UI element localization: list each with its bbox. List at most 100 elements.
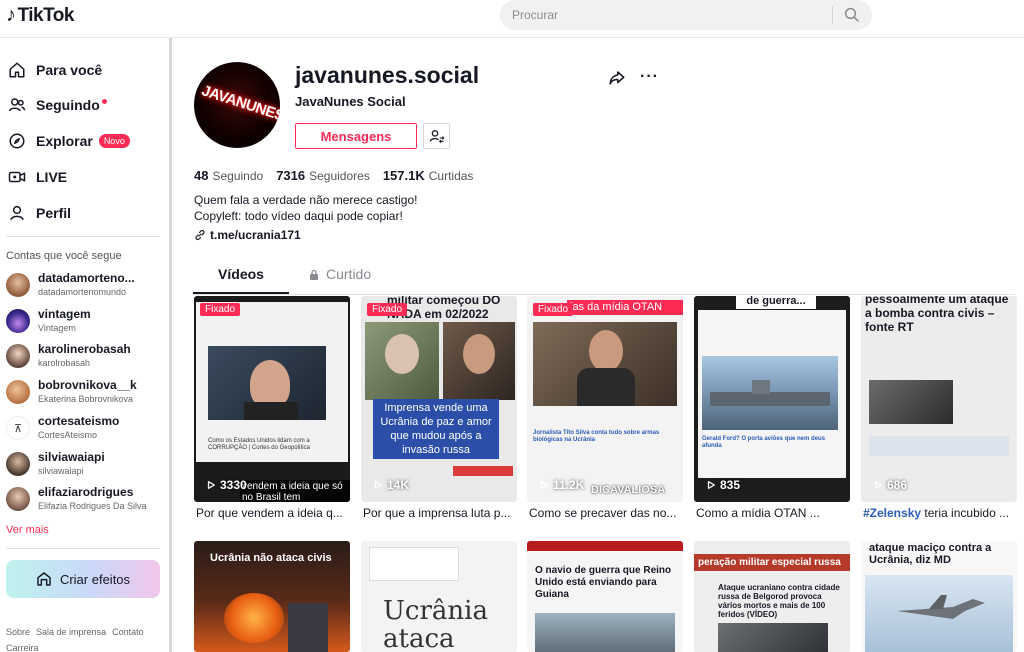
tabs-underline [193, 294, 1015, 295]
profile-stats: 48 Seguindo 7316 Seguidores 157.1K Curtidas [194, 168, 473, 183]
followed-account[interactable]: ⊼ cortesateismo CortesAteismo [6, 413, 164, 445]
avatar [6, 273, 30, 297]
view-count: 835 [706, 478, 740, 492]
video-caption[interactable]: Por que vendem a ideia q... [196, 506, 352, 520]
messages-button[interactable]: Mensagens [295, 123, 417, 149]
avatar [6, 487, 30, 511]
link-icon [195, 229, 205, 241]
video-caption[interactable]: Por que a imprensa luta p... [363, 506, 519, 520]
video-card[interactable]: peração militar especial russa Ataque uc… [694, 541, 850, 652]
pinned-badge: Fixado [200, 303, 241, 316]
video-card[interactable]: pessoalmente um ataque a bomba contra ci… [861, 296, 1017, 502]
followed-account[interactable]: datadamorteno... datadamortenomundo [6, 270, 164, 302]
video-frame [702, 356, 838, 430]
followed-account[interactable]: vintagem Vintagem [6, 306, 164, 338]
sidebar-divider [6, 548, 160, 549]
pinned-badge: Fixado [367, 303, 408, 316]
view-count: 686 [873, 478, 907, 492]
create-effects-button[interactable]: Criar efeitos [6, 560, 160, 598]
view-count: 14K [373, 478, 409, 492]
tab-videos[interactable]: Vídeos [193, 266, 289, 294]
video-caption[interactable]: Como a mídia OTAN ... [696, 506, 852, 520]
top-header: ♪ TikTok Procurar [0, 0, 1024, 38]
sidebar: Para você Seguindo Explorar Novo LIVE Pe… [0, 38, 172, 652]
view-count: 3330 [206, 478, 247, 492]
notification-dot [101, 98, 107, 104]
video-frame [443, 322, 515, 400]
avatar [6, 344, 30, 368]
followed-account[interactable]: bobrovnikova__k Ekaterina Bobrovnikova [6, 377, 164, 409]
live-icon [8, 171, 26, 183]
share-icon[interactable] [608, 69, 626, 87]
video-card[interactable]: de guerra... Gerald Ford? O porta aviões… [694, 296, 850, 502]
followed-account[interactable]: elifaziarodrigues Elifazia Rodrigues Da … [6, 484, 164, 516]
fire-glow [224, 593, 284, 643]
followed-account[interactable]: karolinerobasah karolrobasah [6, 341, 164, 373]
play-icon [374, 481, 382, 489]
tab-liked[interactable]: Curtido [308, 266, 371, 294]
footer-link-contact[interactable]: Contato [112, 627, 144, 637]
video-card[interactable]: ataque maciço contra a Ucrânia, diz MD [861, 541, 1017, 652]
nav-profile[interactable]: Perfil [8, 202, 71, 224]
video-frame [533, 322, 677, 406]
search-placeholder: Procurar [512, 8, 559, 22]
avatar-text: JAVANUNES [199, 82, 280, 125]
tiktok-note-icon: ♪ [6, 4, 16, 26]
stat-followers[interactable]: 7316 Seguidores [276, 168, 370, 183]
stat-following[interactable]: 48 Seguindo [194, 168, 263, 183]
video-caption[interactable]: #Zelensky teria incubido ... [863, 506, 1019, 520]
video-frame [869, 380, 953, 424]
search-icon[interactable] [843, 6, 861, 24]
jet-illustration [897, 595, 985, 619]
profile-username: javanunes.social [295, 62, 480, 88]
search-bar[interactable]: Procurar [500, 0, 872, 30]
profile-avatar[interactable]: JAVANUNES [194, 62, 280, 148]
video-card[interactable]: Como os Estados Unidos lidam com a CORRU… [194, 296, 350, 502]
sidebar-divider [6, 236, 160, 237]
avatar [6, 309, 30, 333]
video-card[interactable]: Ucrânia não ataca civis [194, 541, 350, 652]
nav-for-you[interactable]: Para você [8, 59, 102, 81]
compass-icon [9, 133, 25, 149]
play-icon [874, 481, 882, 489]
footer-link-press[interactable]: Sala de imprensa [36, 627, 106, 637]
lock-icon [310, 269, 318, 280]
hashtag[interactable]: #Zelensky [863, 506, 921, 520]
play-icon [707, 481, 715, 489]
nav-following[interactable]: Seguindo [8, 94, 107, 116]
new-badge: Novo [98, 134, 130, 148]
effects-house-icon [37, 572, 51, 586]
user-swap-icon [429, 130, 444, 144]
view-count: 11.2K [539, 478, 584, 492]
stat-likes: 157.1K Curtidas [382, 168, 474, 183]
see-more-link[interactable]: Ver mais [6, 524, 49, 536]
footer-link-careers[interactable]: Carreira [6, 643, 39, 652]
video-card[interactable]: militar começou DO NADA em 02/2022 Impre… [361, 296, 517, 502]
profile-display-name: JavaNunes Social [295, 94, 406, 109]
profile-link[interactable]: t.me/ucrania171 [194, 228, 301, 242]
play-icon [540, 481, 548, 489]
following-accounts-title: Contas que você segue [6, 250, 122, 262]
follow-options-button[interactable] [423, 123, 450, 149]
avatar [6, 452, 30, 476]
nav-explore[interactable]: Explorar Novo [8, 130, 130, 152]
video-caption[interactable]: Como se precaver das no... [529, 506, 685, 520]
video-frame [365, 322, 439, 400]
profile-bio: Quem fala a verdade não merece castigo! … [194, 193, 418, 223]
profile-icon [10, 205, 24, 221]
video-card[interactable]: O navio de guerra que Reino Unido está e… [527, 541, 683, 652]
video-card[interactable]: Ucrânia ataca alvo [361, 541, 517, 652]
tiktok-logo[interactable]: ♪ TikTok [6, 4, 74, 27]
pinned-badge: Fixado [533, 303, 574, 316]
video-card[interactable]: ias da mídia OTAN Jornalista Tito Silva … [527, 296, 683, 502]
avatar: ⊼ [6, 416, 30, 440]
following-icon [8, 98, 26, 112]
video-frame [208, 346, 326, 420]
footer-link-about[interactable]: Sobre [6, 627, 30, 637]
footer-links: Sobre Sala de imprensa Contato Carreira [6, 624, 166, 652]
followed-account[interactable]: silviawaiapi silviawaiapi [6, 449, 164, 481]
nav-live[interactable]: LIVE [8, 166, 67, 188]
more-options-icon[interactable]: ··· [640, 68, 659, 86]
search-divider [832, 6, 833, 24]
avatar [6, 380, 30, 404]
